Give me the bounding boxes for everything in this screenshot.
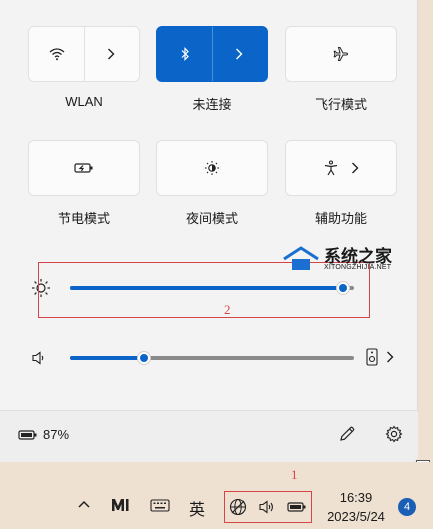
clock[interactable]: 16:39 2023/5/24 [320,488,392,526]
battery-status[interactable]: 87% [18,427,69,442]
chevron-right-icon[interactable] [351,162,359,174]
night-light-label: 夜间模式 [185,211,238,226]
clock-date: 2023/5/24 [327,509,385,524]
keyboard-icon[interactable] [150,499,170,512]
annotation-label-2: 2 [224,302,231,317]
notification-badge[interactable]: 4 [398,498,416,516]
annotation-label-1: 1 [291,467,298,482]
gear-icon[interactable] [385,425,403,443]
volume-thumb[interactable] [137,351,151,365]
chevron-right-icon [235,48,243,60]
wlan-label: WLAN [65,94,103,109]
wlan-expand-button[interactable] [83,27,139,81]
volume-fill [70,356,144,360]
speaker-device-icon [366,348,378,366]
ime-indicator[interactable]: 英 [189,496,205,520]
volume-slider[interactable] [70,350,354,366]
bluetooth-label: 未连接 [192,97,232,112]
chevron-right-icon [386,351,394,363]
wifi-icon [49,47,65,61]
clock-time: 16:39 [339,490,373,505]
chevron-up-icon[interactable] [78,500,90,508]
taskbar: 英 1 16:39 2023/5/24 4 [0,462,433,529]
battery-percent: 87% [43,427,70,442]
airplane-mode-label: 飞行模式 [314,97,367,112]
accessibility-tile[interactable] [285,140,397,196]
speaker-icon[interactable] [31,350,47,366]
accessibility-icon [323,160,339,176]
bluetooth-toggle[interactable] [157,27,212,81]
airplane-icon [333,46,349,62]
chevron-right-icon [107,48,115,60]
bluetooth-expand-button[interactable] [211,27,267,81]
wlan-toggle[interactable] [29,27,84,81]
quick-settings-panel: WLAN 未连接 飞行模式 节电模式 夜间模式 辅助功能 2 系统之家 XITO… [0,0,418,463]
m-logo-icon[interactable] [111,498,131,512]
night-light-tile[interactable] [156,140,268,196]
quick-settings-footer: 87% [0,410,418,463]
battery-saver-icon [74,162,94,174]
pencil-icon[interactable] [338,425,356,443]
battery-icon [18,429,38,441]
annotation-box-1 [224,491,312,523]
watermark-subtitle: XITONGZHIJIA.NET [324,264,392,271]
bluetooth-icon [180,46,190,62]
accessibility-label: 辅助功能 [314,211,367,226]
airplane-mode-tile[interactable] [285,26,397,82]
bluetooth-tile[interactable] [156,26,268,82]
house-logo-icon [283,246,319,270]
watermark: 系统之家 XITONGZHIJIA.NET [282,242,418,282]
battery-saver-label: 节电模式 [57,211,110,226]
night-light-icon [204,160,220,176]
battery-saver-tile[interactable] [28,140,140,196]
audio-output-button[interactable] [366,348,394,366]
wlan-tile[interactable] [28,26,140,82]
